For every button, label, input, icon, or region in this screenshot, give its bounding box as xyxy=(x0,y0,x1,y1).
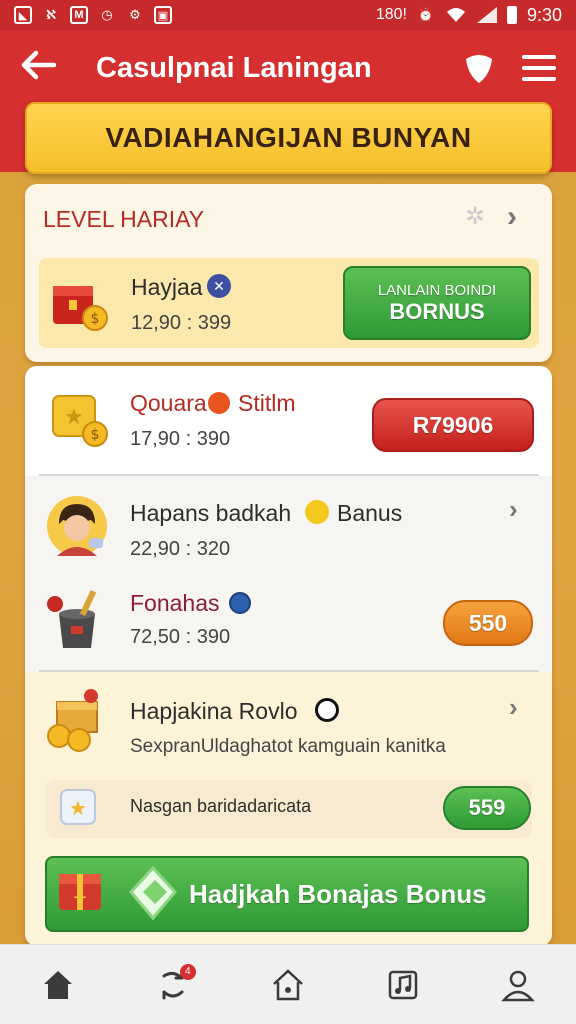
gmail-icon: M xyxy=(70,6,88,24)
chevron-right-icon[interactable]: › xyxy=(509,692,518,723)
item-sub: 22,90 : 320 xyxy=(130,538,231,560)
coin-badge-icon xyxy=(229,592,251,614)
bottom-nav: 4 xyxy=(0,944,576,1024)
svg-text:★: ★ xyxy=(69,796,87,820)
chevron-right-icon[interactable]: › xyxy=(509,494,518,525)
item-name-tail: Stitlm xyxy=(238,390,296,416)
item-name: Qouara xyxy=(130,390,207,416)
smiley-icon xyxy=(305,500,329,524)
item-sub: 17,90 : 390 xyxy=(130,428,231,450)
button-line2: BORNUS xyxy=(389,298,485,324)
battery-icon xyxy=(506,6,517,24)
settings-icon: ⚙ xyxy=(129,7,141,22)
bonus-button[interactable]: Hadjkah Bonajas Bonus xyxy=(45,856,529,932)
item-sub: 12,90 : 399 xyxy=(131,312,232,334)
clock-icon: ◷ xyxy=(101,7,113,22)
svg-text:$: $ xyxy=(91,311,100,327)
item-sub: 72,50 : 390 xyxy=(130,626,231,648)
svg-text:★: ★ xyxy=(64,405,84,430)
points-button[interactable]: 550 xyxy=(443,600,533,646)
app-header: Casulpnai Laningan xyxy=(0,30,576,106)
reward-button[interactable]: 559 xyxy=(443,786,531,830)
page-title: Casulpnai Laningan xyxy=(96,51,372,84)
chest-coins-icon xyxy=(47,689,98,752)
item-name: Hayjaa xyxy=(131,274,203,300)
level-title: LEVEL HARIAY xyxy=(43,206,205,232)
item-name: Hapjakina Rovlo xyxy=(130,698,298,724)
house-outline-icon[interactable] xyxy=(263,960,313,1010)
svg-text:+: + xyxy=(72,887,87,908)
signal-icon xyxy=(476,7,497,23)
tools-icon: ℵ xyxy=(45,7,57,22)
arrow-left-icon[interactable] xyxy=(20,49,64,87)
item-name: Fonahas xyxy=(130,590,220,616)
reward-list-card: ★ $ Qouara Stitlm 17,90 : 390 R79906 Hap… xyxy=(25,366,552,946)
notification-badge: 4 xyxy=(179,963,196,980)
shopping-icon: ▣ xyxy=(154,6,172,24)
avatar xyxy=(47,496,107,556)
wifi-icon xyxy=(446,8,465,22)
item-sub: SexpranUldaghatot kamguain kanitka xyxy=(130,736,446,757)
gold-box-icon: ★ $ xyxy=(52,395,108,447)
home-icon[interactable] xyxy=(33,960,83,1010)
sticker-icon: ★ xyxy=(60,789,96,825)
svg-text:$: $ xyxy=(91,427,100,443)
ball-icon xyxy=(208,392,230,414)
shield-icon[interactable] xyxy=(462,51,496,85)
arrow-right-icon xyxy=(129,865,177,921)
button-line1: LANLAIN BOINDI xyxy=(377,281,497,299)
task-label: Nasgan baridadaricata xyxy=(130,796,312,816)
claim-bonus-button[interactable]: LANLAIN BOINDI BORNUS xyxy=(343,266,531,340)
level-row: $ Hayjaa ✕ 12,90 : 399 LANLAIN BOINDI BO… xyxy=(39,258,539,348)
clock-time: 9:30 xyxy=(526,4,562,25)
music-file-icon[interactable] xyxy=(378,960,428,1010)
bonus-button-label: Hadjkah Bonajas Bonus xyxy=(189,878,487,909)
network-label: 180! xyxy=(375,6,407,23)
circle-badge-icon xyxy=(315,698,339,722)
level-card: LEVEL HARIAY ✲ › $ Hayjaa ✕ 12,90 : 399 … xyxy=(25,184,552,362)
refresh-icon[interactable]: 4 xyxy=(148,960,198,1010)
notification-icon: ◣ xyxy=(14,6,32,24)
gift-box-icon: + xyxy=(59,874,101,910)
star-icon: ✲ xyxy=(465,203,486,230)
status-bar: ◣ ℵ M ◷ ⚙ ▣ 180! ⏰ 9:30 xyxy=(0,0,576,30)
profile-icon[interactable] xyxy=(493,960,543,1010)
item-name: Hapans badkah xyxy=(130,500,292,526)
menu-icon[interactable] xyxy=(522,55,556,81)
item-name-tail: Banus xyxy=(337,500,403,526)
bucket-icon xyxy=(47,589,97,648)
promo-banner[interactable]: VADIAHANGIJAN BUNYAN xyxy=(25,102,552,174)
chevron-right-icon[interactable]: › xyxy=(507,200,517,234)
treasure-box-icon: $ xyxy=(53,286,108,331)
tools-badge-icon: ✕ xyxy=(207,274,231,298)
price-button[interactable]: R79906 xyxy=(372,398,534,452)
alarm-icon: ⏰ xyxy=(417,7,435,22)
